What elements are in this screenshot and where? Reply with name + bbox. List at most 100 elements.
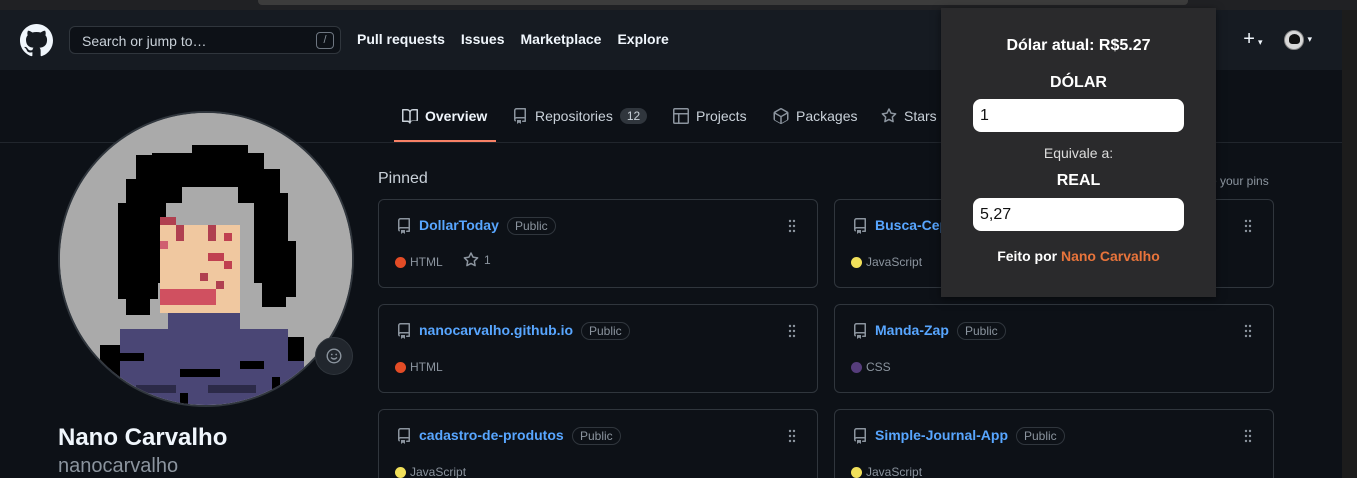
language-label: CSS xyxy=(866,360,891,374)
repo-name-link[interactable]: Busca-Cep xyxy=(875,217,948,233)
smiley-icon xyxy=(326,348,342,364)
repo-language: CSS xyxy=(851,360,891,374)
language-color-dot xyxy=(395,361,406,373)
language-label: HTML xyxy=(410,255,443,269)
currency-converter-popup: Dólar atual: R$5.27 DÓLAR Equivale a: RE… xyxy=(941,8,1216,297)
real-input[interactable] xyxy=(973,198,1184,231)
language-label: HTML xyxy=(410,360,443,374)
repo-icon xyxy=(854,218,866,234)
repo-language: JavaScript xyxy=(851,465,922,478)
credit-prefix: Feito por xyxy=(997,248,1058,264)
real-label: REAL xyxy=(1056,172,1101,189)
plus-icon: + xyxy=(1243,28,1255,50)
language-label: JavaScript xyxy=(866,255,923,269)
drag-handle-icon[interactable] xyxy=(787,323,797,339)
top-nav: Pull requests Issues Marketplace Explore xyxy=(357,31,669,47)
repo-name-link[interactable]: Manda-Zap xyxy=(875,322,949,338)
tab-overview[interactable]: Overview xyxy=(402,108,487,124)
repo-name-link[interactable]: DollarToday xyxy=(419,217,499,233)
language-label: JavaScript xyxy=(410,465,467,478)
set-status-button[interactable] xyxy=(315,337,353,375)
repo-name-link[interactable]: cadastro-de-produtos xyxy=(419,427,564,443)
drag-handle-icon[interactable] xyxy=(1243,218,1253,234)
language-color-dot xyxy=(851,256,862,268)
tab-packages-label: Packages xyxy=(796,108,858,124)
pinned-heading: Pinned xyxy=(378,170,428,187)
visibility-badge: Public xyxy=(957,322,1006,340)
table-icon xyxy=(673,108,689,124)
language-color-dot xyxy=(851,361,862,373)
pinned-repo-card[interactable]: nanocarvalho.github.io Public HTML xyxy=(378,304,818,393)
repo-icon xyxy=(514,108,526,124)
customize-pins-link[interactable]: e your pins xyxy=(1210,174,1269,188)
book-icon xyxy=(402,109,418,124)
header-actions: + ▾ ▾ xyxy=(1243,29,1312,50)
credit-line: Feito por Nano Carvalho xyxy=(941,248,1216,264)
tab-stars[interactable]: Stars xyxy=(881,108,937,124)
drag-handle-icon[interactable] xyxy=(787,428,797,444)
repo-name-link[interactable]: nanocarvalho.github.io xyxy=(419,322,573,338)
language-label: JavaScript xyxy=(866,465,923,478)
tab-projects-label: Projects xyxy=(696,108,747,124)
equals-label: Equivale a: xyxy=(1043,145,1114,161)
star-icon xyxy=(881,108,897,123)
page-scrollbar[interactable] xyxy=(1342,10,1357,478)
language-color-dot xyxy=(395,466,406,478)
repositories-count-badge: 12 xyxy=(619,108,648,124)
dollar-label: DÓLAR xyxy=(1050,74,1107,91)
repo-name-link[interactable]: Simple-Journal-App xyxy=(875,427,1008,443)
pinned-repo-card[interactable]: Simple-Journal-App Public JavaScript xyxy=(834,409,1274,478)
search-shortcut-key: / xyxy=(316,32,334,49)
repo-language: HTML xyxy=(395,360,443,374)
tab-projects[interactable]: Projects xyxy=(673,108,747,124)
package-icon xyxy=(773,108,789,124)
repo-stars[interactable]: 1 xyxy=(463,252,491,268)
repo-language: JavaScript xyxy=(395,465,466,478)
language-color-dot xyxy=(395,256,406,268)
tab-repositories[interactable]: Repositories 12 xyxy=(512,108,648,124)
nav-issues[interactable]: Issues xyxy=(461,31,505,47)
repo-language: JavaScript xyxy=(851,255,922,269)
nav-marketplace[interactable]: Marketplace xyxy=(521,31,602,47)
nav-explore[interactable]: Explore xyxy=(617,31,668,47)
drag-handle-icon[interactable] xyxy=(1243,323,1253,339)
repo-language: HTML xyxy=(395,255,443,269)
pinned-repo-card[interactable]: Manda-Zap Public CSS xyxy=(834,304,1274,393)
current-rate-text: Dólar atual: R$5.27 xyxy=(1006,37,1151,54)
search-placeholder: Search or jump to… xyxy=(82,33,207,49)
tab-stars-label: Stars xyxy=(904,108,937,124)
author-link[interactable]: Nano Carvalho xyxy=(1061,248,1160,264)
visibility-badge: Public xyxy=(507,217,556,235)
dollar-input[interactable] xyxy=(973,99,1184,132)
pinned-repo-card[interactable]: DollarToday Public HTML 1 xyxy=(378,199,818,288)
avatar xyxy=(1284,29,1305,50)
profile-full-name: Nano Carvalho xyxy=(58,424,228,451)
repo-icon xyxy=(398,428,410,444)
profile-avatar[interactable] xyxy=(58,111,354,407)
user-menu-button[interactable]: ▾ xyxy=(1284,29,1312,50)
chevron-down-icon: ▾ xyxy=(1257,37,1263,47)
repo-icon xyxy=(854,428,866,444)
tab-repositories-label: Repositories xyxy=(535,108,613,124)
visibility-badge: Public xyxy=(572,427,621,445)
profile-username: nanocarvalho xyxy=(58,455,179,477)
drag-handle-icon[interactable] xyxy=(1243,428,1253,444)
active-tab-indicator xyxy=(394,140,496,142)
drag-handle-icon[interactable] xyxy=(787,218,797,234)
visibility-badge: Public xyxy=(581,322,630,340)
nav-pull-requests[interactable]: Pull requests xyxy=(357,31,445,47)
search-input[interactable]: Search or jump to… / xyxy=(69,26,341,54)
star-icon xyxy=(463,252,479,267)
github-logo-icon[interactable] xyxy=(20,24,53,57)
address-bar-edge xyxy=(258,0,1188,5)
create-new-button[interactable]: + ▾ xyxy=(1243,29,1262,50)
language-color-dot xyxy=(851,466,862,478)
visibility-badge: Public xyxy=(1016,427,1065,445)
tab-overview-label: Overview xyxy=(425,108,488,124)
repo-icon xyxy=(854,323,866,339)
tab-packages[interactable]: Packages xyxy=(773,108,857,124)
star-count: 1 xyxy=(484,253,491,267)
pinned-repo-card[interactable]: cadastro-de-produtos Public JavaScript xyxy=(378,409,818,478)
repo-icon xyxy=(398,323,410,339)
repo-icon xyxy=(398,218,410,234)
